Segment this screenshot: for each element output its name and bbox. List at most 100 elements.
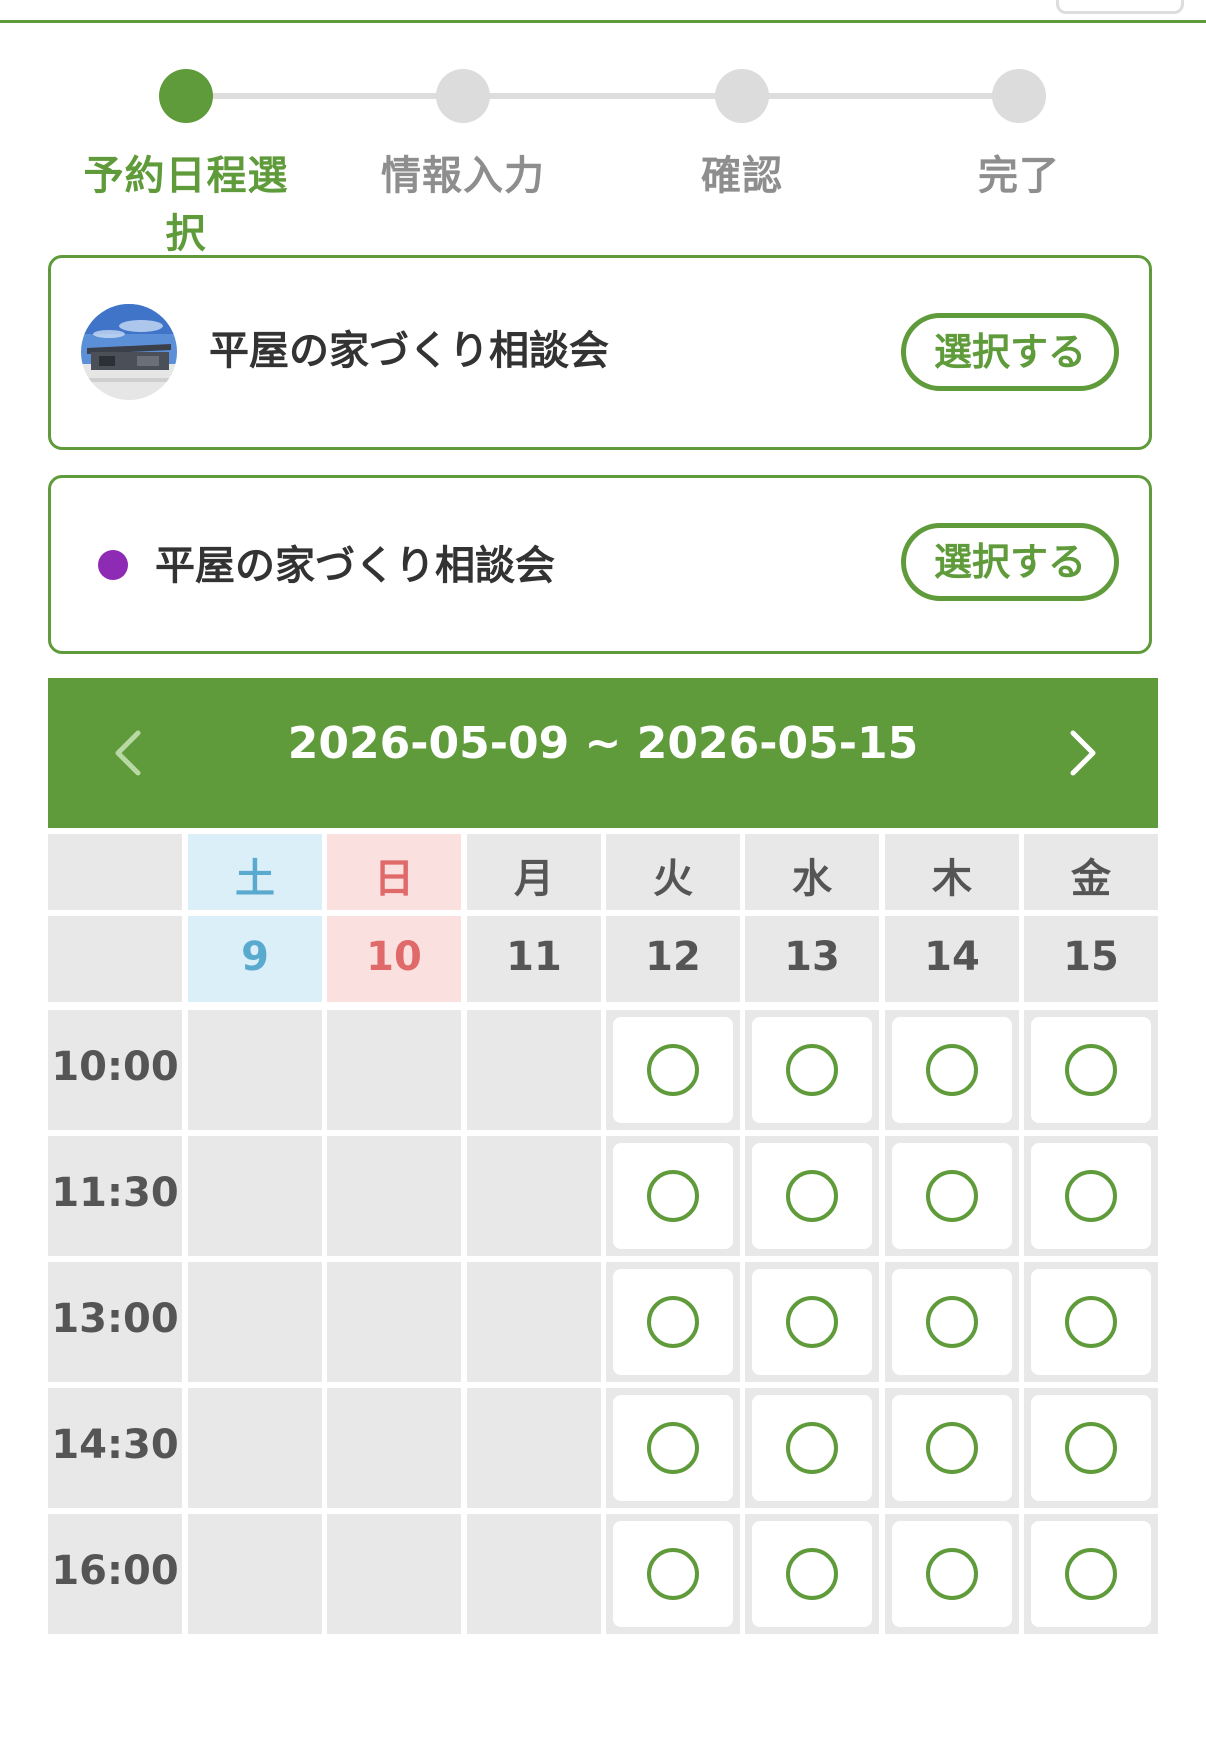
date-header: 9 (188, 916, 322, 1002)
timeslot-cell (327, 1010, 461, 1130)
timeslot-cell (1024, 1262, 1158, 1382)
select-button[interactable]: 選択する (901, 523, 1119, 601)
time-label: 13:00 (51, 1296, 179, 1342)
calendar-grid: 土 9 日 10 月 11 火 12 水 13 木 14 金 15 10:00 11:30 13:00 14:30… (48, 834, 1158, 1634)
date-header: 11 (467, 916, 601, 1002)
available-slot[interactable] (613, 1521, 733, 1627)
date-header: 14 (885, 916, 1019, 1002)
step-label-schedule: 予約日程選択 (83, 153, 289, 257)
timeslot-cell (606, 1388, 740, 1508)
circle-available-icon (645, 1294, 701, 1350)
calendar-header: 2026-05-09 ~ 2026-05-15 (48, 678, 1158, 828)
step-label-info: 情報入力 (381, 153, 545, 199)
circle-available-icon (924, 1168, 980, 1224)
timeslot-cell (467, 1262, 601, 1382)
time-label: 14:30 (51, 1422, 179, 1468)
timeslot-cell (327, 1388, 461, 1508)
available-slot[interactable] (613, 1395, 733, 1501)
circle-available-icon (784, 1294, 840, 1350)
weekday-label: 日 (374, 856, 414, 902)
weekday-label: 木 (932, 856, 972, 902)
timeslot-cell (1024, 1388, 1158, 1508)
weekday-header: 月 (467, 834, 601, 910)
timeslot-cell (467, 1388, 601, 1508)
weekday-header: 水 (745, 834, 879, 910)
circle-available-icon (1063, 1042, 1119, 1098)
circle-available-icon (924, 1546, 980, 1602)
timeslot-cell (188, 1388, 322, 1508)
timeslot-cell (327, 1262, 461, 1382)
time-slot-label-cell: 10:00 (48, 1010, 182, 1130)
step-dot-complete (992, 69, 1046, 123)
calendar-corner-cell (48, 916, 182, 1002)
date-label: 15 (1063, 934, 1119, 980)
available-slot[interactable] (1031, 1143, 1151, 1249)
available-slot[interactable] (1031, 1017, 1151, 1123)
date-label: 14 (924, 934, 980, 980)
available-slot[interactable] (892, 1017, 1012, 1123)
chevron-right-icon[interactable] (1051, 723, 1111, 783)
time-slot-label-cell: 13:00 (48, 1262, 182, 1382)
circle-available-icon (645, 1546, 701, 1602)
timeslot-cell (745, 1514, 879, 1634)
date-label: 10 (366, 934, 422, 980)
timeslot-cell (606, 1262, 740, 1382)
circle-available-icon (1063, 1294, 1119, 1350)
event-card-marker: 平屋の家づくり相談会 選択する (48, 475, 1152, 654)
available-slot[interactable] (892, 1395, 1012, 1501)
weekday-label: 火 (653, 856, 693, 902)
date-header: 12 (606, 916, 740, 1002)
weekday-header: 木 (885, 834, 1019, 910)
weekday-header: 金 (1024, 834, 1158, 910)
available-slot[interactable] (613, 1017, 733, 1123)
available-slot[interactable] (1031, 1521, 1151, 1627)
event-title: 平屋の家づくり相談会 (155, 543, 555, 589)
available-slot[interactable] (752, 1269, 872, 1375)
timeslot-cell (327, 1514, 461, 1634)
progress-stepper: 予約日程選択 情報入力 確認 完了 (0, 0, 1206, 257)
date-label: 9 (241, 934, 269, 980)
weekday-header: 火 (606, 834, 740, 910)
available-slot[interactable] (613, 1269, 733, 1375)
weekday-header: 土 (188, 834, 322, 910)
timeslot-cell (606, 1514, 740, 1634)
available-slot[interactable] (892, 1521, 1012, 1627)
available-slot[interactable] (752, 1395, 872, 1501)
time-slot-label-cell: 14:30 (48, 1388, 182, 1508)
available-slot[interactable] (1031, 1395, 1151, 1501)
circle-available-icon (784, 1420, 840, 1476)
event-marker-dot (98, 550, 128, 580)
circle-available-icon (784, 1546, 840, 1602)
timeslot-cell (745, 1388, 879, 1508)
weekday-label: 金 (1071, 856, 1111, 902)
timeslot-cell (467, 1136, 601, 1256)
timeslot-cell (745, 1010, 879, 1130)
select-button[interactable]: 選択する (901, 313, 1119, 391)
timeslot-cell (467, 1514, 601, 1634)
circle-available-icon (924, 1042, 980, 1098)
available-slot[interactable] (1031, 1269, 1151, 1375)
available-slot[interactable] (752, 1521, 872, 1627)
date-range: 2026-05-09 ~ 2026-05-15 (287, 718, 919, 769)
date-header: 13 (745, 916, 879, 1002)
available-slot[interactable] (752, 1143, 872, 1249)
timeslot-cell (188, 1136, 322, 1256)
available-slot[interactable] (892, 1269, 1012, 1375)
date-header: 10 (327, 916, 461, 1002)
time-slot-label-cell: 11:30 (48, 1136, 182, 1256)
weekday-label: 水 (792, 856, 832, 902)
available-slot[interactable] (752, 1017, 872, 1123)
timeslot-cell (606, 1010, 740, 1130)
timeslot-cell (885, 1262, 1019, 1382)
weekday-header: 日 (327, 834, 461, 910)
weekday-label: 月 (514, 856, 554, 902)
circle-available-icon (784, 1168, 840, 1224)
available-slot[interactable] (613, 1143, 733, 1249)
timeslot-cell (885, 1388, 1019, 1508)
timeslot-cell (745, 1262, 879, 1382)
step-label-confirm: 確認 (701, 153, 783, 199)
available-slot[interactable] (892, 1143, 1012, 1249)
circle-available-icon (924, 1294, 980, 1350)
time-label: 16:00 (51, 1548, 179, 1594)
circle-available-icon (645, 1168, 701, 1224)
